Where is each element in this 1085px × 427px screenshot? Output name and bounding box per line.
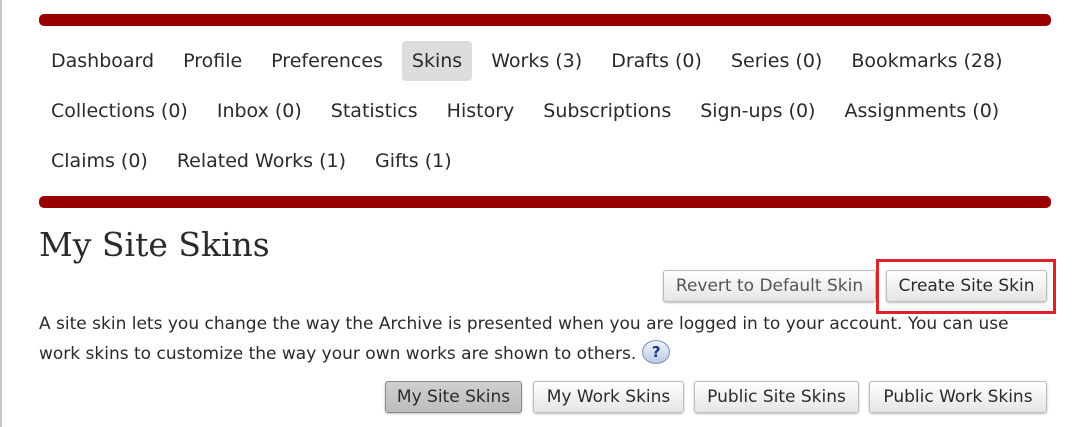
- nav-sign-ups[interactable]: Sign-ups (0): [690, 91, 825, 131]
- nav-subscriptions[interactable]: Subscriptions: [533, 91, 681, 131]
- highlight-box: [876, 259, 1056, 314]
- skins-description: A site skin lets you change the way the …: [39, 309, 1039, 369]
- nav-inbox[interactable]: Inbox (0): [207, 91, 312, 131]
- nav-claims[interactable]: Claims (0): [41, 141, 158, 181]
- nav-skins[interactable]: Skins: [401, 41, 473, 81]
- nav-series[interactable]: Series (0): [721, 41, 832, 81]
- nav-history[interactable]: History: [437, 91, 525, 131]
- nav-bookmarks[interactable]: Bookmarks (28): [841, 41, 1012, 81]
- tab-public-work-skins[interactable]: Public Work Skins: [869, 381, 1047, 413]
- nav-preferences[interactable]: Preferences: [261, 41, 393, 81]
- page-left-border: [0, 0, 2, 427]
- tab-public-site-skins[interactable]: Public Site Skins: [694, 381, 859, 413]
- nav-bottom-bar: [39, 196, 1051, 208]
- dashboard-navigation: Dashboard Profile Preferences Skins Work…: [39, 14, 1051, 208]
- tab-my-site-skins[interactable]: My Site Skins: [385, 381, 522, 413]
- nav-collections[interactable]: Collections (0): [41, 91, 198, 131]
- nav-dashboard[interactable]: Dashboard: [41, 41, 164, 81]
- nav-profile[interactable]: Profile: [173, 41, 252, 81]
- nav-statistics[interactable]: Statistics: [321, 91, 428, 131]
- nav-row-3: Claims (0) Related Works (1) Gifts (1): [41, 141, 471, 181]
- page-title: My Site Skins: [39, 225, 270, 264]
- nav-top-bar: [39, 14, 1051, 26]
- nav-works[interactable]: Works (3): [481, 41, 592, 81]
- description-text: A site skin lets you change the way the …: [39, 314, 1009, 364]
- tab-my-work-skins[interactable]: My Work Skins: [533, 381, 684, 413]
- nav-gifts[interactable]: Gifts (1): [365, 141, 462, 181]
- nav-row-2: Collections (0) Inbox (0) Statistics His…: [41, 91, 1018, 131]
- nav-assignments[interactable]: Assignments (0): [834, 91, 1009, 131]
- nav-row-1: Dashboard Profile Preferences Skins Work…: [41, 41, 1022, 81]
- nav-related-works[interactable]: Related Works (1): [167, 141, 356, 181]
- nav-drafts[interactable]: Drafts (0): [601, 41, 712, 81]
- help-icon[interactable]: ?: [642, 340, 671, 364]
- revert-to-default-skin-button[interactable]: Revert to Default Skin: [663, 270, 876, 302]
